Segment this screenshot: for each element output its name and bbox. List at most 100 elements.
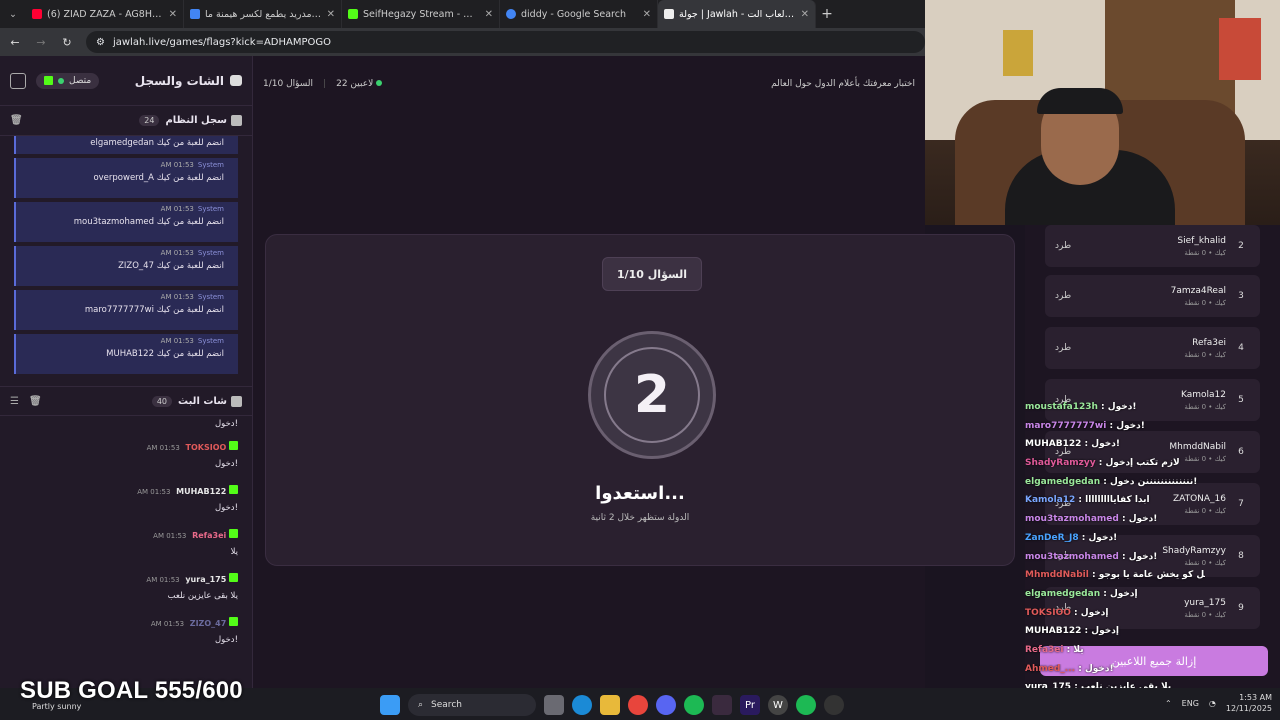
game-description: اختبار معرفتك بأعلام الدول حول العالم xyxy=(771,79,915,89)
overlay-chat-line: ShadyRamzyy : لازم تكتب إدخول xyxy=(1025,458,1205,477)
panel-title: الشات والسجل xyxy=(135,74,242,88)
forward-icon[interactable]: → xyxy=(34,36,48,49)
kick-icon xyxy=(229,617,238,626)
browser-tab[interactable]: ريال مدريد يطمع لكسر هيمنة ما...✕ xyxy=(184,0,342,28)
address-bar: ← → ↻ ⚙ jawlah.live/games/flags?kick=ADH… xyxy=(0,28,925,56)
system-message: AM 01:53 System overpowerd_A انضم للعبة من… xyxy=(14,158,238,198)
chat-log-panel: متصل الشات والسجل 🗑 24 سجل النظام elgame… xyxy=(0,56,253,688)
sub-goal-overlay: SUB GOAL 555/600 xyxy=(20,677,243,704)
discord-icon[interactable] xyxy=(656,695,676,715)
spotify-icon[interactable] xyxy=(796,695,816,715)
clock[interactable]: 1:53 AM 12/11/2025 xyxy=(1226,692,1272,714)
search-icon: ⌕ xyxy=(418,700,424,710)
kick-player-button[interactable]: طرد xyxy=(1055,241,1095,251)
overlay-chat-line: moustafa123h : دخول! xyxy=(1025,402,1205,421)
chat-message: AM 01:53 Refa3ei يلا xyxy=(153,529,238,557)
obs-icon[interactable] xyxy=(824,695,844,715)
overlay-chat-line: Ahmed_... : دخول! xyxy=(1025,664,1205,683)
wordpress-icon[interactable]: W xyxy=(768,695,788,715)
question-pill: السؤال 1/10 xyxy=(602,257,702,291)
overlay-chat-text: نننننننننننننن دخول! xyxy=(1109,476,1198,487)
windows-start-icon[interactable] xyxy=(380,695,400,715)
overlay-chat-user: moustafa123h xyxy=(1025,402,1098,412)
overlay-chat-line: Refa3ei : يلا xyxy=(1025,645,1205,664)
close-tab-icon[interactable]: ✕ xyxy=(485,9,493,20)
chat-message: دخول! xyxy=(214,419,238,429)
close-tab-icon[interactable]: ✕ xyxy=(169,9,177,20)
taskbar-search[interactable]: ⌕ Search xyxy=(408,694,536,716)
question-progress: السؤال 1/10 xyxy=(263,79,314,89)
overlay-chat-separator: : xyxy=(1081,626,1092,637)
google-icon xyxy=(506,9,516,19)
chat-message: AM 01:53 MUHAB122 دخول! xyxy=(137,485,238,513)
kick-player-button[interactable]: طرد xyxy=(1055,291,1095,301)
browser-tab[interactable]: SeifHegazy Stream - Watch Live✕ xyxy=(342,0,500,28)
overlay-chat-line: TOKSIOO : إدخول xyxy=(1025,608,1205,627)
edge-icon[interactable] xyxy=(572,695,592,715)
stream-chat-overlay: moustafa123h : دخول! maro7777777wi : دخول… xyxy=(1025,402,1205,720)
overlay-chat-separator: : xyxy=(1078,532,1089,543)
collapse-panel-icon[interactable] xyxy=(10,72,26,89)
chat-message: AM 01:53 TOKSIOO دخول! xyxy=(146,441,238,469)
tab-search-icon[interactable]: ⌄ xyxy=(0,9,26,20)
overlay-chat-user: Kamola12 xyxy=(1025,495,1076,506)
overlay-chat-text: دخول! xyxy=(1116,420,1145,431)
filter-icon[interactable]: ☰ xyxy=(10,396,19,407)
system-log-header: 🗑 24 سجل النظام xyxy=(0,106,252,136)
game-status-bar: السؤال 1/10 | 22 لاعبين اختبار معرفتك بأ… xyxy=(263,79,915,89)
ready-title: استعدوا... xyxy=(595,483,685,504)
clear-chat-trash-icon[interactable]: 🗑 xyxy=(29,396,42,407)
wifi-icon[interactable]: ◔ xyxy=(1209,699,1216,708)
overlay-chat-text: دخول! xyxy=(1128,551,1158,562)
clear-log-trash-icon[interactable]: 🗑 xyxy=(10,115,23,126)
site-info-icon[interactable]: ⚙ xyxy=(96,37,105,48)
overlay-chat-user: mou3tazmohamed xyxy=(1025,551,1119,562)
kick-icon xyxy=(229,441,238,450)
overlay-chat-separator: : xyxy=(1097,402,1108,412)
widgets-icon[interactable] xyxy=(544,695,564,715)
ready-subtitle: الدولة ستظهر خلال 2 ثانية xyxy=(590,513,690,523)
overlay-chat-separator: : xyxy=(1075,663,1085,674)
overlay-chat-user: mou3tazmohamed xyxy=(1025,514,1119,525)
browser-tab[interactable]: diddy - Google Search ✕ xyxy=(500,0,658,28)
overlay-chat-separator: : xyxy=(1118,514,1129,525)
overlay-chat-user: maro7777777wi xyxy=(1025,420,1107,431)
file-explorer-icon[interactable] xyxy=(600,695,620,715)
overlay-chat-line: ZanDeR_J8 : دخول! xyxy=(1025,533,1205,552)
app-icon[interactable] xyxy=(712,695,732,715)
spotify-icon[interactable] xyxy=(684,695,704,715)
overlay-chat-separator: : xyxy=(1070,607,1081,618)
overlay-chat-text: دخول! xyxy=(1088,532,1118,543)
reload-icon[interactable]: ↻ xyxy=(60,36,74,49)
connection-status: متصل xyxy=(36,72,100,89)
url-input[interactable]: ⚙ jawlah.live/games/flags?kick=ADHAMPOGO xyxy=(86,31,925,53)
chrome-icon[interactable] xyxy=(628,695,648,715)
taskbar-apps: ⌕ Search Pr W xyxy=(380,694,844,716)
status-dot-icon xyxy=(58,77,64,84)
overlay-chat-text: دخول! xyxy=(1128,514,1158,525)
chat-count-badge: 40 xyxy=(151,395,173,407)
back-icon[interactable]: ← xyxy=(8,36,22,49)
overlay-chat-separator: : xyxy=(1063,644,1074,655)
overlay-chat-line: Kamola12 : ابدا كفايااااااااا xyxy=(1025,495,1205,514)
browser-tab-strip: ⌄ (6) ZIAD ZAZA - AG8HA | ماجيها✕ ريال م… xyxy=(0,0,925,28)
browser-tab-active[interactable]: جولة | Jawlah - منصة الألعاب الت...✕ xyxy=(658,0,816,28)
close-tab-icon[interactable]: ✕ xyxy=(327,9,335,20)
player-row: طرد 7amza4Real كيك • 0 نقطة 3 xyxy=(1045,275,1260,317)
overlay-chat-line: elgamedgedan : نننننننننننننن دخول! xyxy=(1025,477,1205,496)
overlay-chat-user: Refa3ei xyxy=(1025,644,1064,655)
webcam-feed xyxy=(925,0,1280,225)
close-tab-icon[interactable]: ✕ xyxy=(801,9,809,20)
premiere-icon[interactable]: Pr xyxy=(740,695,760,715)
system-message: AM 01:53 System mou3tazmohamed انضم للعبة … xyxy=(14,202,238,242)
lang-indicator[interactable]: ENG xyxy=(1182,699,1199,708)
cam-painting xyxy=(1219,18,1261,80)
overlay-chat-text: دخول! xyxy=(1091,439,1120,450)
overlay-chat-separator: : xyxy=(1100,476,1110,487)
tray-chevron-icon[interactable]: ⌃ xyxy=(1165,699,1172,708)
browser-tab[interactable]: (6) ZIAD ZAZA - AG8HA | ماجيها✕ xyxy=(26,0,184,28)
close-tab-icon[interactable]: ✕ xyxy=(643,9,651,20)
kick-player-button[interactable]: طرد xyxy=(1055,343,1095,353)
new-tab-button[interactable]: + xyxy=(816,6,838,22)
overlay-chat-line: MhmddNabil : تقدر تعمل كو يخش عامة يا بو… xyxy=(1025,570,1205,589)
